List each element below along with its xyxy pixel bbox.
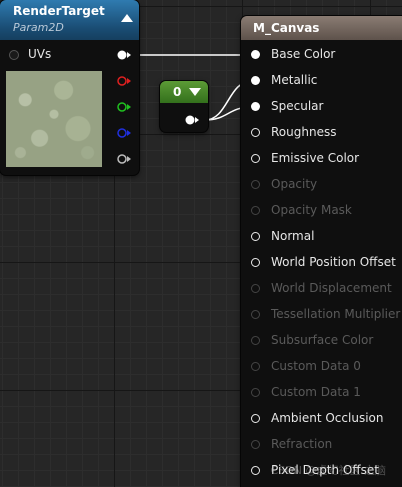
- render-target-title: RenderTarget: [13, 4, 105, 18]
- material-input-label: World Displacement: [271, 281, 392, 295]
- constant-value: 0: [173, 85, 182, 99]
- material-input-label: Base Color: [271, 47, 336, 61]
- material-result-node[interactable]: M_Canvas Base Color Metallic Specular Rough…: [241, 16, 402, 487]
- material-input-label: Opacity Mask: [271, 203, 352, 217]
- material-input-pin[interactable]: [251, 258, 260, 267]
- material-input-pin[interactable]: [251, 336, 260, 345]
- render-target-subtitle: Param2D: [13, 21, 64, 34]
- material-input-label: Emissive Color: [271, 151, 360, 165]
- material-input-label: Opacity: [271, 177, 318, 191]
- material-input-label: Refraction: [271, 437, 333, 451]
- rgba-output-pin[interactable]: [117, 50, 131, 60]
- blue-output-pin[interactable]: [117, 128, 131, 138]
- material-input-label: Tessellation Multiplier: [271, 307, 401, 321]
- material-input-pin[interactable]: [251, 102, 260, 111]
- material-input-label: Ambient Occlusion: [271, 411, 384, 425]
- material-input-pin[interactable]: [251, 50, 260, 59]
- watermark: CSDN @虚幻社区·之脑: [270, 464, 386, 477]
- collapse-arrow-icon[interactable]: [121, 14, 133, 22]
- red-output-pin[interactable]: [117, 76, 131, 86]
- material-input-pin[interactable]: [251, 440, 260, 449]
- material-input-pin[interactable]: [251, 128, 260, 137]
- constant-header[interactable]: 0: [160, 81, 208, 103]
- uvs-input-label: UVs: [28, 47, 52, 61]
- material-input-label: Custom Data 1: [271, 385, 361, 399]
- texture-preview-thumbnail: [6, 71, 102, 167]
- alpha-output-pin[interactable]: [117, 154, 131, 164]
- material-input-pin[interactable]: [251, 180, 260, 189]
- material-input-pin[interactable]: [251, 284, 260, 293]
- material-input-pin[interactable]: [251, 232, 260, 241]
- material-header[interactable]: M_Canvas: [241, 16, 402, 40]
- material-input-pin[interactable]: [251, 310, 260, 319]
- material-input-pin[interactable]: [251, 466, 260, 475]
- material-input-label: Specular: [271, 99, 324, 113]
- constant-node[interactable]: 0: [160, 81, 208, 132]
- material-title: M_Canvas: [253, 21, 320, 35]
- material-input-label: World Position Offset: [271, 255, 396, 269]
- material-input-pin[interactable]: [251, 206, 260, 215]
- material-input-label: Roughness: [271, 125, 337, 139]
- expand-arrow-icon[interactable]: [189, 88, 201, 96]
- render-target-node[interactable]: RenderTarget Param2D UVs: [0, 0, 139, 175]
- material-input-pin[interactable]: [251, 362, 260, 371]
- uvs-input-pin[interactable]: [9, 50, 19, 60]
- material-input-pin[interactable]: [251, 388, 260, 397]
- green-output-pin[interactable]: [117, 102, 131, 112]
- render-target-header[interactable]: RenderTarget Param2D: [0, 0, 139, 40]
- material-input-label: Normal: [271, 229, 315, 243]
- material-input-pin[interactable]: [251, 154, 260, 163]
- material-input-pin[interactable]: [251, 414, 260, 423]
- material-input-label: Custom Data 0: [271, 359, 361, 373]
- material-input-label: Metallic: [271, 73, 318, 87]
- material-input-label: Subsurface Color: [271, 333, 374, 347]
- constant-output-pin[interactable]: [185, 115, 199, 125]
- material-input-pin[interactable]: [251, 76, 260, 85]
